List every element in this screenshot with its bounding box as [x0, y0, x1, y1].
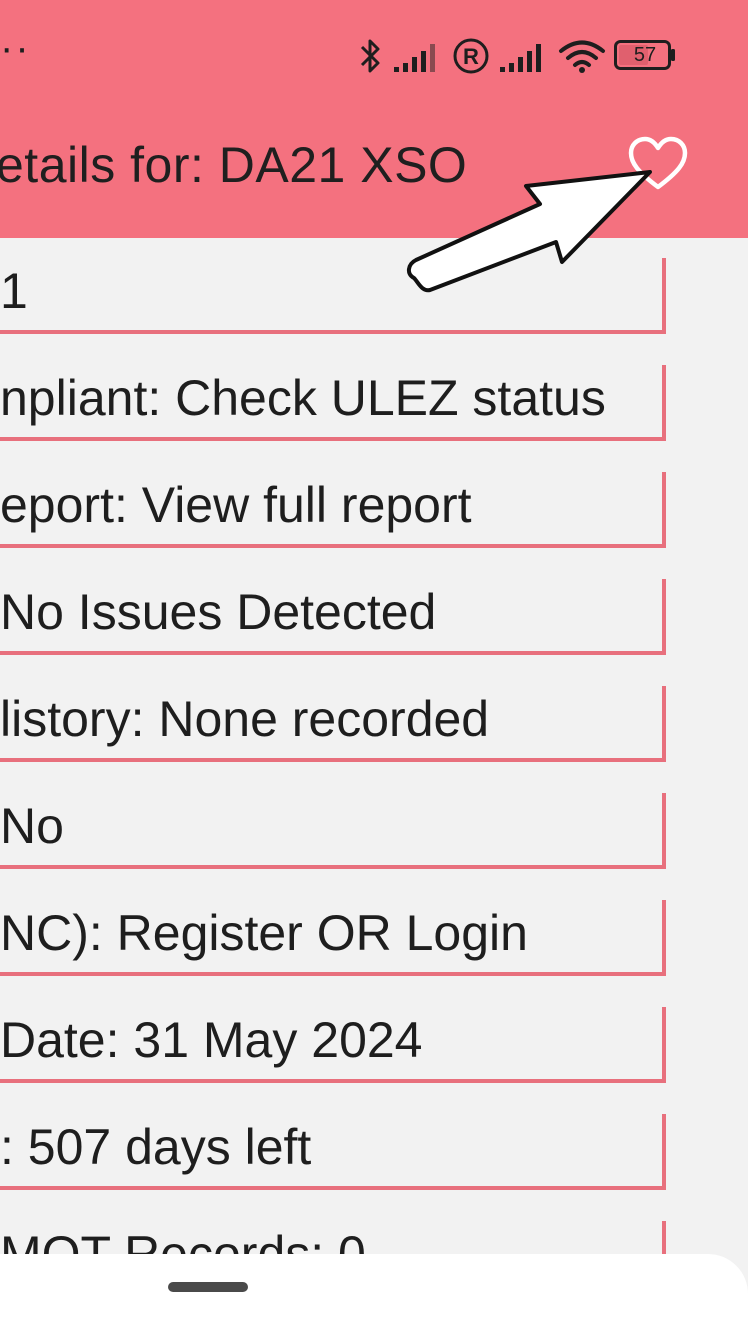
bluetooth-icon: [360, 39, 380, 73]
list-item-text: Date: 31 May 2024: [0, 1012, 423, 1068]
svg-text:R: R: [463, 44, 479, 69]
list-item[interactable]: No Issues Detected: [0, 579, 666, 655]
wifi-icon: [559, 40, 605, 73]
roaming-icon: R: [453, 38, 489, 74]
notification-dots: ··: [0, 26, 31, 70]
signal-icon: [500, 44, 541, 72]
battery-level: 57: [633, 44, 657, 66]
list-item-text: : 507 days left: [0, 1119, 312, 1175]
list-item-text: No Issues Detected: [0, 584, 437, 640]
list-item-text: eport: View full report: [0, 477, 472, 533]
list-item[interactable]: npliant: Check ULEZ status: [0, 365, 666, 441]
list-item[interactable]: No: [0, 793, 666, 869]
vehicle-details-list[interactable]: 1 npliant: Check ULEZ status eport: View…: [0, 238, 748, 1258]
signal-icon: [394, 44, 435, 72]
list-item[interactable]: MOT Records: 0: [0, 1221, 666, 1258]
pointer-arrow-icon: [407, 170, 652, 293]
list-item[interactable]: listory: None recorded: [0, 686, 666, 762]
list-item-text: NC): Register OR Login: [0, 905, 528, 961]
page-title: etails for: DA21 XSO: [0, 137, 468, 193]
status-bar: ·· R 57: [0, 0, 748, 110]
list-item-text: 1: [0, 263, 28, 319]
list-item-text: No: [0, 798, 64, 854]
list-item-text: listory: None recorded: [0, 691, 490, 747]
list-item[interactable]: eport: View full report: [0, 472, 666, 548]
home-gesture-handle[interactable]: [168, 1282, 248, 1292]
navigation-bar: [0, 1254, 748, 1319]
list-item-text: npliant: Check ULEZ status: [0, 370, 606, 426]
list-item[interactable]: NC): Register OR Login: [0, 900, 666, 976]
list-item[interactable]: Date: 31 May 2024: [0, 1007, 666, 1083]
list-item[interactable]: : 507 days left: [0, 1114, 666, 1190]
